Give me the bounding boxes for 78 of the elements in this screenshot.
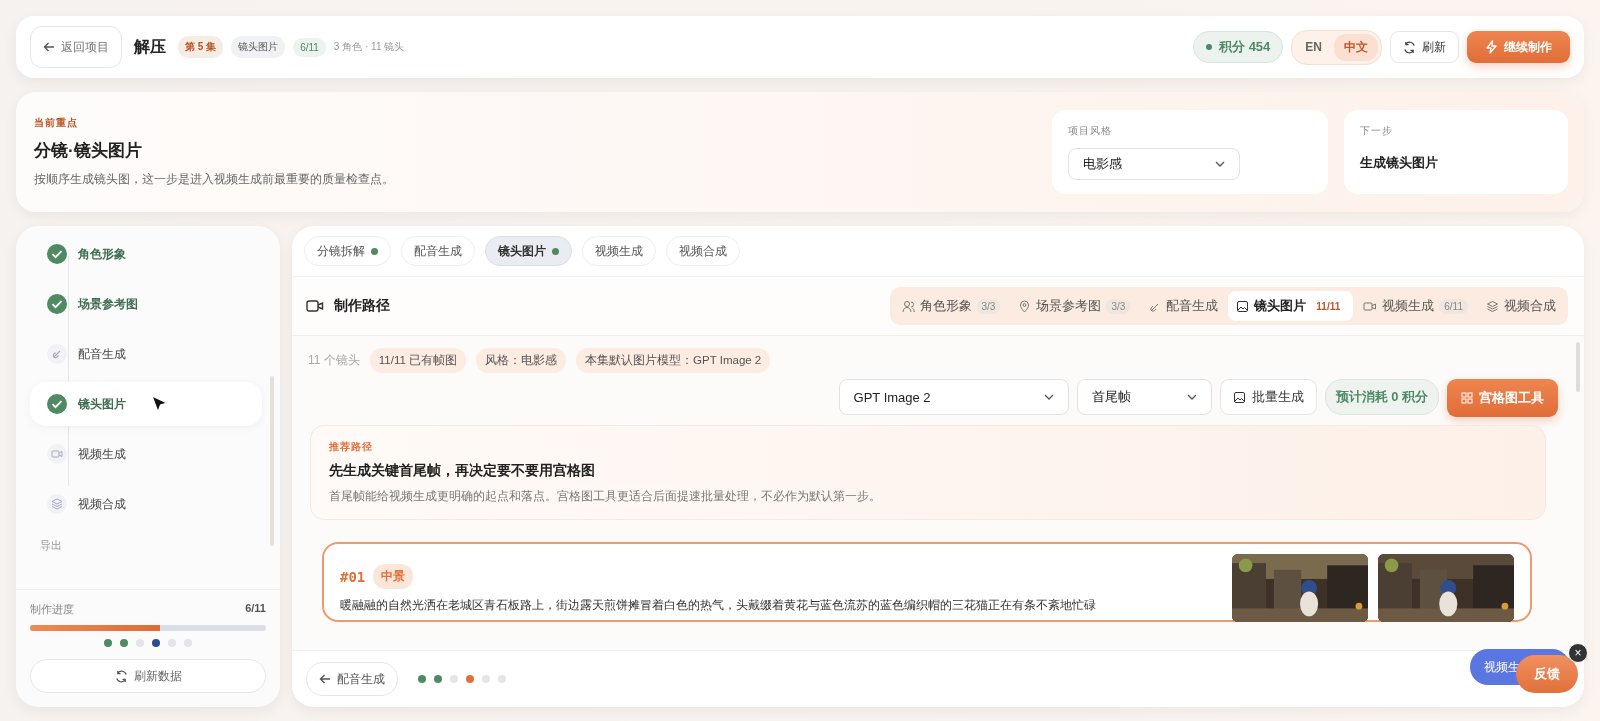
cost-badge: 预计消耗 0 积分 bbox=[1324, 379, 1439, 415]
section-label: 导出 bbox=[39, 538, 63, 553]
path-segment[interactable]: 角色形象 3/3 bbox=[893, 291, 1009, 321]
info-tag: 风格：电影感 bbox=[476, 348, 567, 373]
back-button[interactable]: 返回项目 bbox=[30, 26, 122, 68]
previous-step-button[interactable]: 配音生成 bbox=[306, 662, 398, 696]
next-step-value: 生成镜头图片 bbox=[1360, 154, 1439, 172]
image-icon bbox=[1232, 390, 1246, 404]
model-select[interactable]: GPT Image 2 bbox=[838, 379, 1069, 415]
next-step-label: 下一步 bbox=[1360, 124, 1394, 138]
info-tag: 本集默认图片模型：GPT Image 2 bbox=[576, 348, 771, 373]
grid-icon bbox=[1461, 392, 1473, 404]
path-segment[interactable]: 视频合成 bbox=[1478, 291, 1564, 321]
points-badge: 积分 454 bbox=[1193, 31, 1284, 63]
video-icon bbox=[306, 299, 324, 313]
recommendation-eyebrow: 推荐路径 bbox=[329, 440, 374, 454]
frame-mode-select[interactable]: 首尾帧 bbox=[1076, 379, 1212, 415]
project-title: 解压 bbox=[134, 36, 166, 57]
path-segment[interactable]: 视频生成 6/11 bbox=[1355, 291, 1476, 321]
video-icon bbox=[46, 443, 68, 465]
header-tag: 镜头图片 bbox=[231, 36, 286, 58]
path-segment[interactable]: 配音生成 bbox=[1140, 291, 1227, 321]
check-icon bbox=[46, 393, 68, 415]
chevron-down-icon bbox=[1215, 161, 1225, 167]
chevron-down-icon bbox=[1043, 394, 1054, 400]
step-item[interactable]: 角色形象 bbox=[30, 232, 262, 276]
step-item[interactable]: 视频合成 bbox=[30, 482, 262, 526]
shot-tag: 中景 bbox=[373, 564, 414, 589]
shot-number: #01 bbox=[340, 568, 366, 585]
tab[interactable]: 视频合成 bbox=[666, 236, 740, 266]
language-option[interactable]: EN bbox=[1295, 35, 1332, 59]
users-icon bbox=[901, 299, 915, 313]
tab[interactable]: 分镜拆解 bbox=[304, 236, 391, 266]
project-summary: 3 角色 · 11 镜头 bbox=[333, 40, 405, 54]
focus-title: 分镜·镜头图片 bbox=[34, 140, 143, 162]
arrow-left-icon bbox=[43, 41, 55, 53]
refresh-data-button[interactable]: 刷新数据 bbox=[30, 659, 266, 693]
chevron-down-icon bbox=[1186, 394, 1197, 400]
shot-description: 暖融融的自然光洒在老城区青石板路上，街边露天煎饼摊冒着白色的热气，头戴缀着黄花与蓝色流苏的蓝色编织帽的三花猫正在有条不紊地忙碌 bbox=[340, 597, 1097, 614]
close-button[interactable]: × bbox=[1568, 643, 1588, 663]
layers-icon bbox=[46, 493, 68, 515]
shot-count: 11 个镜头 bbox=[308, 352, 360, 369]
step-item[interactable]: 镜头图片 bbox=[30, 382, 262, 426]
path-segment[interactable]: 镜头图片 11/11 bbox=[1228, 291, 1354, 321]
arrow-left-icon bbox=[319, 673, 331, 685]
header-tag: 第 5 集 bbox=[178, 36, 224, 58]
recommendation-title: 先生成关键首尾帧，再决定要不要用宫格图 bbox=[329, 462, 596, 480]
step-item[interactable]: 场景参考图 bbox=[30, 282, 262, 326]
style-label: 项目风格 bbox=[1068, 124, 1113, 138]
tab[interactable]: 配音生成 bbox=[401, 236, 475, 266]
refresh-icon bbox=[1403, 40, 1416, 54]
language-option[interactable]: 中文 bbox=[1334, 33, 1378, 61]
location-pin-icon bbox=[1018, 299, 1032, 313]
tab[interactable]: 镜头图片 bbox=[485, 236, 572, 266]
focus-description: 按顺序生成镜头图，这一步是进入视频生成前最重要的质量检查点。 bbox=[34, 171, 395, 188]
video-icon bbox=[1363, 299, 1378, 313]
path-segment[interactable]: 场景参考图 3/3 bbox=[1010, 291, 1139, 321]
refresh-button[interactable]: 刷新 bbox=[1390, 31, 1459, 63]
step-item[interactable]: 视频生成 bbox=[30, 432, 262, 476]
check-icon bbox=[46, 243, 68, 265]
step-item[interactable]: 配音生成 bbox=[30, 332, 262, 376]
progress-value: 6/11 bbox=[245, 602, 266, 616]
image-icon bbox=[1236, 299, 1250, 313]
tab[interactable]: 视频生成 bbox=[582, 236, 656, 266]
info-tag: 11/11 已有帧图 bbox=[369, 348, 467, 373]
scrollbar[interactable] bbox=[270, 376, 274, 546]
check-icon bbox=[46, 293, 68, 315]
header-tag: 6/11 bbox=[293, 37, 326, 57]
recommendation-description: 首尾帧能给视频生成更明确的起点和落点。宫格图工具更适合后面提速批量处理，不必作为默认第一步。 bbox=[329, 488, 882, 505]
link-icon bbox=[46, 343, 68, 365]
section-title: 制作路径 bbox=[334, 297, 390, 315]
layers-icon bbox=[1486, 299, 1499, 313]
focus-eyebrow: 当前重点 bbox=[34, 116, 79, 130]
refresh-icon bbox=[114, 669, 128, 683]
batch-generate-button[interactable]: 批量生成 bbox=[1219, 379, 1317, 415]
progress-label: 制作进度 bbox=[30, 602, 74, 617]
lightning-icon bbox=[1485, 40, 1498, 54]
style-select[interactable]: 电影感 bbox=[1068, 148, 1240, 180]
